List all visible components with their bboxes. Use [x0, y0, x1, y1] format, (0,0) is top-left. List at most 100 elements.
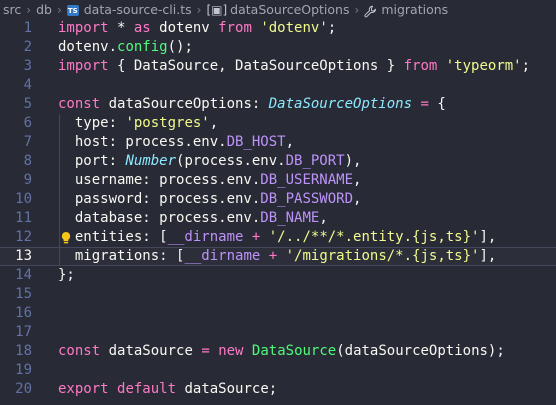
code-line[interactable]: 12 entities: [__dirname + '/../**/*.enti… — [0, 228, 556, 247]
code-token: ; — [327, 20, 337, 36]
code-line[interactable]: 19 — [0, 361, 556, 380]
code-token: DataSourceOptions — [268, 96, 413, 112]
code-token: , — [209, 115, 219, 131]
code-token: dataSourceOptions: — [100, 96, 269, 112]
code-line[interactable]: 4 — [0, 76, 556, 95]
code-text[interactable]: database: process.env.DB_NAME, — [58, 209, 328, 228]
code-token: dotenv. — [58, 39, 118, 55]
lightbulb-icon[interactable] — [60, 231, 72, 245]
line-number: 18 — [15, 343, 32, 359]
code-line[interactable]: 14}; — [0, 266, 556, 285]
code-line[interactable]: 5 const dataSourceOptions: DataSourceOpti… — [0, 95, 556, 114]
line-number: 17 — [15, 324, 32, 340]
code-token: ), — [344, 153, 362, 169]
code-token: DB_HOST — [226, 134, 286, 150]
code-line[interactable]: 2 dotenv.config(); — [0, 38, 556, 57]
code-token: import — [58, 58, 109, 74]
code-token: = — [201, 343, 210, 359]
code-lines[interactable]: 1 import * as dotenv from 'dotenv'; 2 doten… — [0, 19, 556, 399]
line-number: 1 — [23, 20, 32, 36]
code-text[interactable]: const dataSource = new DataSource(dataSo… — [58, 342, 505, 361]
symbol-braces-icon: [▣] — [206, 2, 228, 17]
code-token: , — [353, 191, 362, 207]
code-token: import — [58, 20, 109, 36]
code-token: export — [58, 381, 109, 397]
line-number: 3 — [23, 58, 32, 74]
code-text[interactable]: entities: [__dirname + '/../**/*.entity.… — [58, 228, 496, 247]
breadcrumb-item-db[interactable]: db — [36, 2, 52, 17]
code-line[interactable]: 8 port: Number(process.env.DB_PORT), — [0, 152, 556, 171]
code-line[interactable]: 17 — [0, 323, 556, 342]
line-number: 6 — [23, 115, 32, 131]
typescript-file-icon: TS — [66, 5, 79, 16]
breadcrumb-item-src[interactable]: src — [3, 2, 21, 17]
code-text[interactable]: host: process.env.DB_HOST, — [58, 133, 294, 152]
code-text[interactable]: password: process.env.DB_PASSWORD, — [58, 190, 362, 209]
code-text[interactable]: export default dataSource; — [58, 380, 277, 399]
code-line[interactable]: 3 import { DataSource, DataSourceOptions … — [0, 57, 556, 76]
code-token: , — [285, 134, 295, 150]
code-line[interactable]: 13 migrations: [__dirname + '/migrations… — [0, 247, 556, 266]
breadcrumb-item-property[interactable]: migrations — [381, 2, 448, 17]
code-text[interactable]: dotenv.config(); — [58, 38, 193, 57]
code-token: __dirname — [167, 229, 244, 245]
code-token: password: process.env. — [58, 191, 261, 207]
code-token: Number — [125, 153, 177, 169]
code-text[interactable]: username: process.env.DB_USERNAME, — [58, 171, 362, 190]
chevron-right-icon: › — [26, 2, 32, 17]
code-token: host: process.env. — [58, 134, 227, 150]
code-token: (process.env. — [176, 153, 286, 169]
code-token: (); — [167, 39, 193, 55]
code-text[interactable]: }; — [58, 266, 75, 285]
line-number: 5 — [23, 96, 32, 112]
code-line[interactable]: 16 — [0, 304, 556, 323]
line-number: 14 — [15, 267, 32, 283]
code-editor[interactable]: src › db › TS data-source-cli.ts › [▣] d… — [0, 0, 556, 405]
line-number: 10 — [15, 191, 32, 207]
code-line[interactable]: 9 username: process.env.DB_USERNAME, — [0, 171, 556, 190]
code-token: from — [403, 58, 438, 74]
breadcrumb-item-file[interactable]: data-source-cli.ts — [84, 2, 192, 17]
code-text[interactable]: type: 'postgres', — [58, 114, 218, 133]
code-token: DB_USERNAME — [260, 172, 354, 188]
code-token: , — [353, 172, 362, 188]
code-token: { — [428, 96, 446, 112]
chevron-right-icon: › — [56, 2, 62, 17]
line-number: 20 — [15, 381, 32, 397]
code-line[interactable]: 20 export default dataSource; — [0, 380, 556, 399]
code-line[interactable]: 7 host: process.env.DB_HOST, — [0, 133, 556, 152]
code-line[interactable]: 15 — [0, 285, 556, 304]
code-token: from — [218, 20, 252, 36]
code-line[interactable]: 11 database: process.env.DB_NAME, — [0, 209, 556, 228]
code-line[interactable]: 1 import * as dotenv from 'dotenv'; — [0, 19, 556, 38]
chevron-right-icon: › — [196, 2, 202, 17]
code-text[interactable]: port: Number(process.env.DB_PORT), — [58, 152, 362, 171]
code-text[interactable]: migrations: [__dirname + '/migrations/*.… — [58, 247, 497, 266]
line-number: 9 — [23, 172, 32, 188]
line-number: 19 — [15, 362, 32, 378]
wrench-icon — [364, 5, 377, 18]
code-token: '/migrations/*.{js,ts}' — [285, 248, 480, 264]
code-token: + — [268, 248, 278, 264]
code-token: DB_NAME — [260, 210, 320, 226]
breadcrumb-item-symbol[interactable]: dataSourceOptions — [230, 2, 349, 17]
line-number: 16 — [15, 305, 32, 321]
code-token: port: — [58, 153, 126, 169]
code-token: new — [218, 343, 244, 359]
code-token: '/../**/*.entity.{js,ts}' — [268, 229, 480, 245]
code-token: ; — [521, 58, 531, 74]
code-token: dataSource; — [176, 381, 278, 397]
code-text[interactable]: import * as dotenv from 'dotenv'; — [58, 19, 336, 38]
code-text[interactable]: import { DataSource, DataSourceOptions }… — [58, 57, 530, 76]
code-line[interactable]: 6 type: 'postgres', — [0, 114, 556, 133]
code-line[interactable]: 18 const dataSource = new DataSource(data… — [0, 342, 556, 361]
code-line[interactable]: 10 password: process.env.DB_PASSWORD, — [0, 190, 556, 209]
code-token: DataSource — [251, 343, 337, 359]
code-token: config — [117, 39, 168, 55]
code-text[interactable]: const dataSourceOptions: DataSourceOptio… — [58, 95, 446, 114]
